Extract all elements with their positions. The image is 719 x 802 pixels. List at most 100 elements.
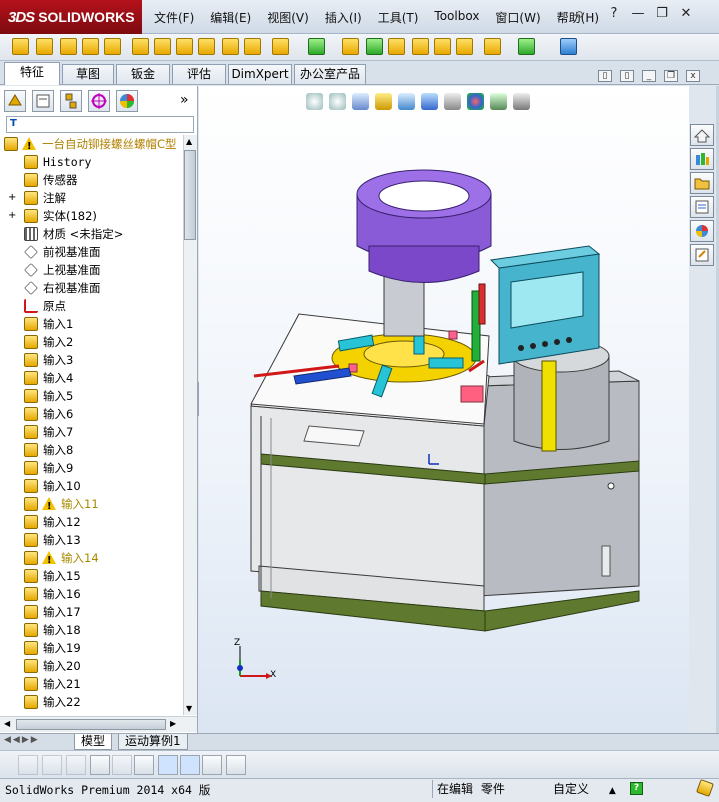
menu-insert[interactable]: 插入(I): [317, 8, 370, 28]
revolved-cut-icon[interactable]: [176, 38, 193, 55]
property-manager-tab-icon[interactable]: [32, 90, 54, 112]
display-style-icon[interactable]: [421, 93, 438, 110]
wrap-icon[interactable]: [412, 38, 429, 55]
rib-icon[interactable]: [342, 38, 359, 55]
help-button[interactable]: ?: [606, 6, 622, 21]
fillet-icon[interactable]: [272, 38, 289, 55]
display-manager-tab-icon[interactable]: [116, 90, 138, 112]
tree-item[interactable]: 输入4: [0, 369, 184, 387]
tree-item[interactable]: 输入19: [0, 639, 184, 657]
pin-icon[interactable]: ⚲: [575, 9, 589, 23]
solidworks-logo[interactable]: 3DS SOLIDWORKS: [0, 0, 142, 34]
scroll-up-icon[interactable]: ▲: [186, 137, 192, 146]
file-explorer-icon[interactable]: [690, 172, 714, 194]
tree-item[interactable]: 输入11: [0, 495, 184, 516]
panel-expand-icon[interactable]: »: [180, 92, 189, 108]
intersect-icon[interactable]: [434, 38, 451, 55]
doc-minimize-icon[interactable]: _: [642, 70, 656, 82]
disabled-tool-2-icon[interactable]: [42, 755, 62, 775]
lofted-cut-icon[interactable]: [222, 38, 239, 55]
grid-view-icon[interactable]: [112, 755, 132, 775]
table-view-icon[interactable]: [202, 755, 222, 775]
toggle-icon[interactable]: [134, 755, 154, 775]
tree-filter-input[interactable]: T: [6, 116, 194, 133]
tree-item[interactable]: 输入9: [0, 459, 184, 477]
help-status-icon[interactable]: ?: [630, 782, 643, 795]
tab-nav-arrows-icon[interactable]: ◀◀▶▶: [4, 735, 40, 745]
hole-wizard-icon[interactable]: [154, 38, 171, 55]
reference-geometry-icon[interactable]: [484, 38, 501, 55]
tree-item[interactable]: 输入1: [0, 315, 184, 333]
tree-item[interactable]: 前视基准面: [0, 243, 184, 261]
units-dropdown-icon[interactable]: ▲: [609, 786, 616, 796]
tree-item[interactable]: 输入20: [0, 657, 184, 675]
mirror-icon[interactable]: [456, 38, 473, 55]
revolved-boss-icon[interactable]: [36, 38, 53, 55]
tree-item[interactable]: + 注解: [0, 189, 184, 207]
tile-icon[interactable]: ▯: [598, 70, 612, 82]
view-settings-icon[interactable]: [513, 93, 530, 110]
tree-item[interactable]: History: [0, 153, 184, 171]
tab-sheet-metal[interactable]: 钣金: [116, 64, 170, 84]
configuration-manager-tab-icon[interactable]: [60, 90, 82, 112]
list-view-icon[interactable]: [90, 755, 110, 775]
tree-scroll-thumb[interactable]: [184, 150, 196, 240]
view-orientation-icon[interactable]: [398, 93, 415, 110]
menu-view[interactable]: 视图(V): [259, 8, 317, 28]
dimxpert-manager-tab-icon[interactable]: [88, 90, 110, 112]
feature-view-icon[interactable]: [158, 755, 178, 775]
feature-manager-tab-icon[interactable]: [4, 90, 26, 112]
extruded-cut-icon[interactable]: [132, 38, 149, 55]
expand-toggle-icon[interactable]: +: [8, 189, 16, 207]
close-button[interactable]: ✕: [678, 6, 694, 21]
lofted-boss-icon[interactable]: [82, 38, 99, 55]
view-palette-icon[interactable]: [690, 196, 714, 218]
doc-close-icon[interactable]: x: [686, 70, 700, 82]
tree-item[interactable]: 右视基准面: [0, 279, 184, 297]
tab-features[interactable]: 特征: [4, 62, 60, 85]
curves-icon[interactable]: [518, 38, 535, 55]
swept-boss-icon[interactable]: [60, 38, 77, 55]
disabled-tool-1-icon[interactable]: [18, 755, 38, 775]
tree-item[interactable]: + 实体(182): [0, 207, 184, 225]
menu-window[interactable]: 窗口(W): [487, 8, 548, 28]
tree-item[interactable]: 输入6: [0, 405, 184, 423]
design-library-icon[interactable]: [690, 148, 714, 170]
edit-appearance-icon[interactable]: [467, 93, 484, 110]
tree-item[interactable]: 输入12: [0, 513, 184, 531]
menu-edit[interactable]: 编辑(E): [202, 8, 259, 28]
tree-item[interactable]: 输入17: [0, 603, 184, 621]
tab-dimxpert[interactable]: DimXpert: [228, 64, 292, 84]
expand-toggle-icon[interactable]: +: [8, 207, 16, 225]
minimize-button[interactable]: —: [630, 6, 646, 21]
boundary-boss-icon[interactable]: [104, 38, 121, 55]
scroll-left-icon[interactable]: ◀: [4, 719, 10, 728]
appearances-icon[interactable]: [690, 220, 714, 242]
disabled-tool-3-icon[interactable]: [66, 755, 86, 775]
shell-icon[interactable]: [388, 38, 405, 55]
zoom-to-fit-icon[interactable]: [306, 93, 323, 110]
tree-item[interactable]: 输入21: [0, 675, 184, 693]
tree-item[interactable]: 输入16: [0, 585, 184, 603]
draft-icon[interactable]: [366, 38, 383, 55]
tree-horizontal-scrollbar[interactable]: ◀ ▶: [0, 716, 197, 732]
cascade-icon[interactable]: ▯: [620, 70, 634, 82]
save-view-icon[interactable]: [226, 755, 246, 775]
tree-item[interactable]: 上视基准面: [0, 261, 184, 279]
tree-item[interactable]: 输入18: [0, 621, 184, 639]
tree-item[interactable]: 输入22: [0, 693, 184, 711]
tree-item[interactable]: 输入13: [0, 531, 184, 549]
tab-evaluate[interactable]: 评估: [172, 64, 226, 84]
previous-view-icon[interactable]: [352, 93, 369, 110]
apply-scene-icon[interactable]: [490, 93, 507, 110]
menu-file[interactable]: 文件(F): [146, 8, 202, 28]
custom-properties-icon[interactable]: [690, 244, 714, 266]
tree-item[interactable]: 输入5: [0, 387, 184, 405]
tree-item[interactable]: 输入10: [0, 477, 184, 495]
tab-model[interactable]: 模型: [74, 734, 113, 750]
instant3d-icon[interactable]: [560, 38, 577, 55]
tree-item[interactable]: 原点: [0, 297, 184, 315]
tree-item[interactable]: 材质 <未指定>: [0, 225, 184, 243]
zoom-to-area-icon[interactable]: [329, 93, 346, 110]
tab-office-products[interactable]: 办公室产品: [294, 64, 366, 84]
